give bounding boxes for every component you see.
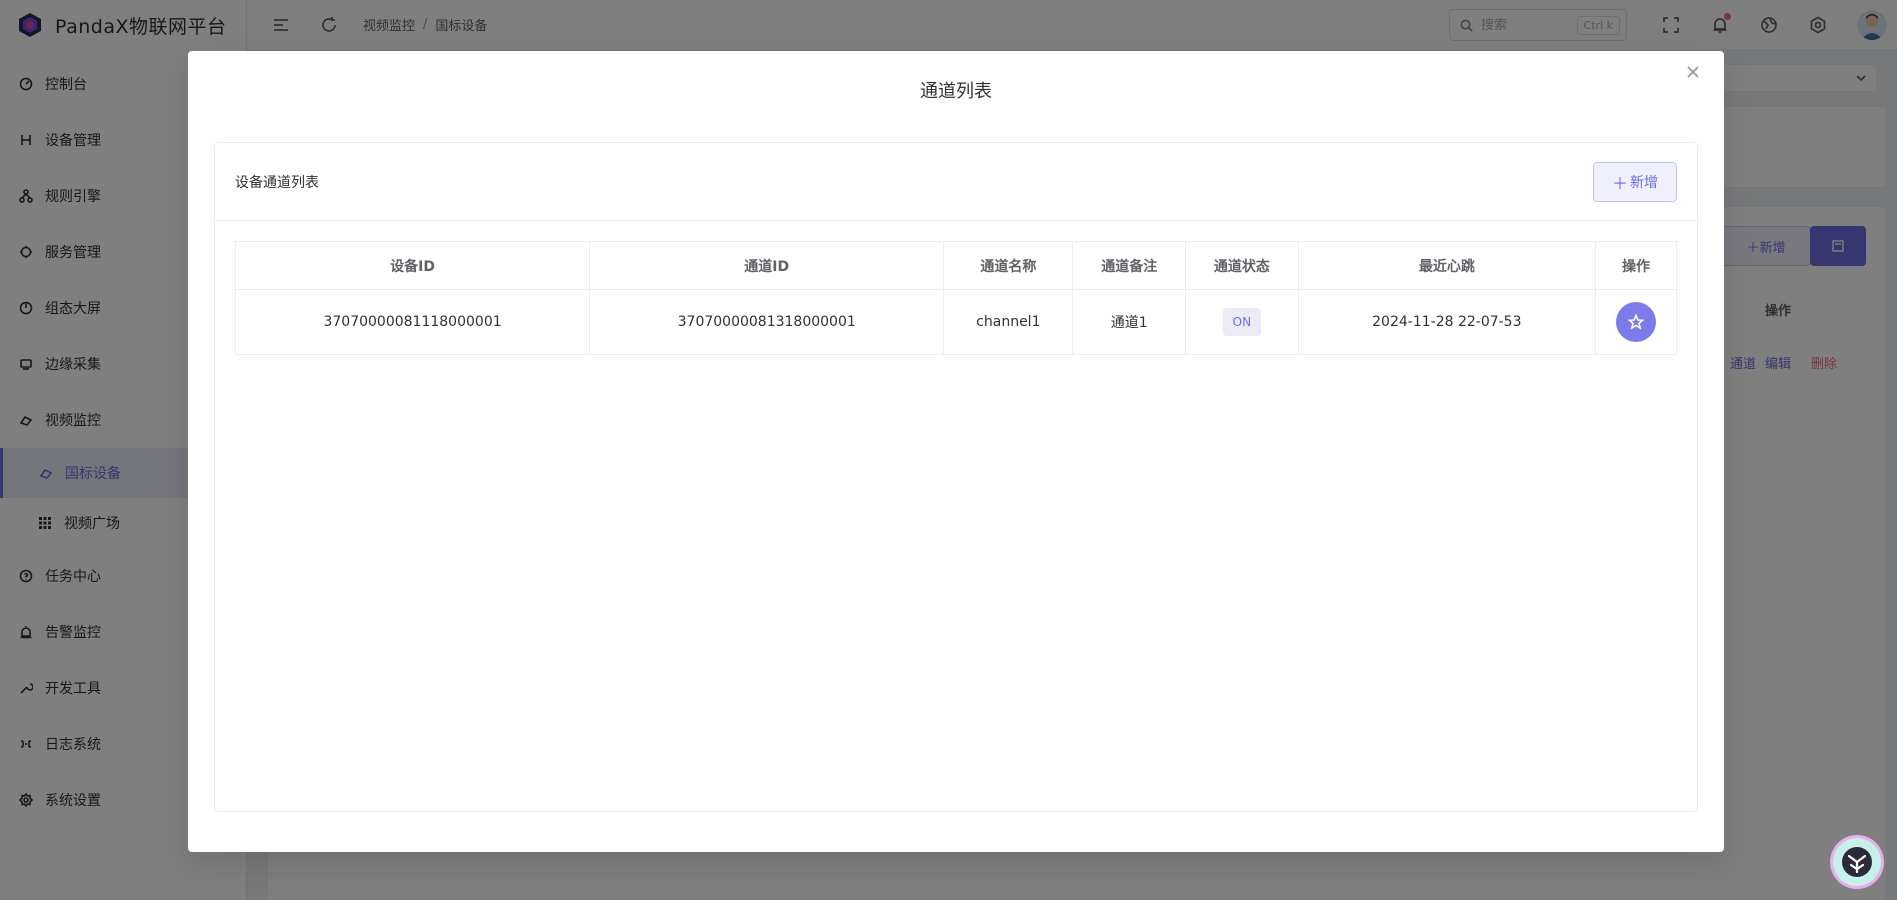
table-header-row: 设备ID 通道ID 通道名称 通道备注 通道状态 最近心跳 操作 — [234, 241, 1678, 290]
col-device-id: 设备ID — [234, 241, 591, 290]
dialog-title: 通道列表 — [920, 81, 992, 102]
channel-panel: 设备通道列表 ＋ 新增 设备ID 通道ID 通道名称 通道备注 通道状态 最近心… — [214, 142, 1698, 812]
table-row: 37070000081118000001 3707000008131800000… — [234, 289, 1678, 355]
add-channel-button-label: 新增 — [1630, 174, 1658, 191]
col-channel-name: 通道名称 — [943, 241, 1074, 290]
plus-icon: ＋ — [1611, 173, 1628, 193]
cell-last-heartbeat: 2024-11-28 22-07-53 — [1297, 289, 1596, 355]
col-channel-status: 通道状态 — [1185, 241, 1299, 290]
add-channel-button[interactable]: ＋ 新增 — [1593, 161, 1677, 202]
star-icon — [1627, 314, 1644, 330]
cell-channel-name: channel1 — [943, 289, 1074, 355]
floating-assistant-button[interactable] — [1833, 838, 1881, 886]
play-channel-button[interactable] — [1615, 302, 1656, 342]
close-icon[interactable] — [1686, 65, 1702, 81]
cell-channel-id: 37070000081318000001 — [589, 289, 945, 355]
cell-channel-status: ON — [1185, 289, 1299, 355]
col-channel-id: 通道ID — [589, 241, 945, 290]
channel-table: 设备ID 通道ID 通道名称 通道备注 通道状态 最近心跳 操作 3707000… — [234, 241, 1678, 355]
assistant-icon — [1842, 847, 1872, 877]
panel-header: 设备通道列表 ＋ 新增 — [215, 143, 1697, 221]
col-last-heartbeat: 最近心跳 — [1297, 241, 1596, 290]
col-actions: 操作 — [1594, 241, 1678, 290]
cell-actions — [1594, 289, 1678, 355]
cell-device-id: 37070000081118000001 — [234, 289, 591, 355]
cell-channel-remark: 通道1 — [1072, 289, 1187, 355]
channel-list-dialog: 通道列表 设备通道列表 ＋ 新增 设备ID 通道ID 通道名称 通道备注 通道状… — [188, 51, 1724, 852]
status-badge: ON — [1222, 308, 1262, 336]
panel-title: 设备通道列表 — [235, 174, 319, 191]
col-channel-remark: 通道备注 — [1072, 241, 1187, 290]
